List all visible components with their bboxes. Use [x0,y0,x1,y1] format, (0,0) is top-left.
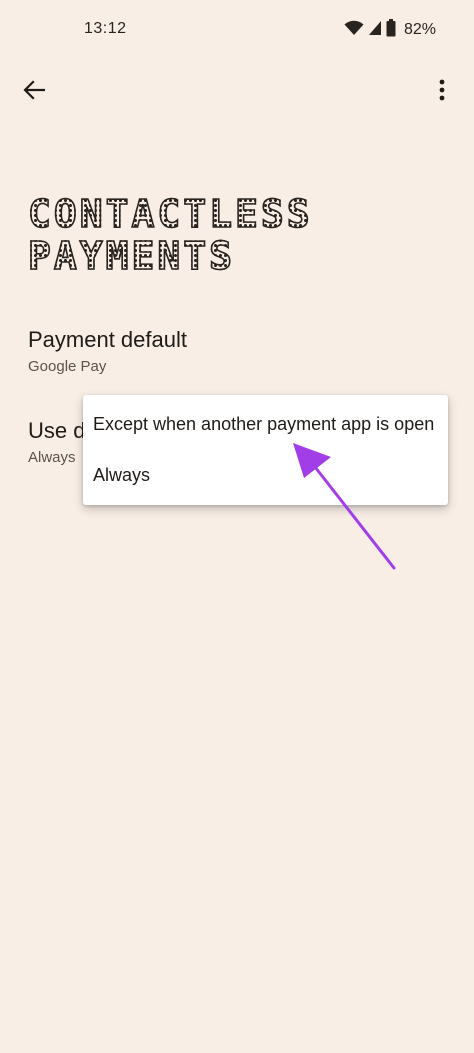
annotation-arrow [293,443,396,570]
top-app-bar [0,72,474,112]
back-button[interactable] [18,76,50,108]
page-title-line-2: PAYMENTS [27,234,236,278]
page-title-line-1: CONTACTLESS [27,192,313,236]
use-default-options-menu: Except when another payment app is open … [83,395,448,505]
back-arrow-icon [23,79,46,105]
status-time: 13:12 [84,20,127,37]
battery-icon [386,18,396,42]
page-title: CONTACTLESS PAYMENTS [27,192,448,278]
wifi-icon [344,20,364,41]
more-vert-icon [439,79,445,106]
menu-option-always[interactable]: Always [83,449,448,501]
payment-default-summary: Google Pay [28,358,107,375]
signal-icon [368,20,382,41]
status-bar: 13:12 82% [0,0,474,60]
more-options-button[interactable] [426,76,458,108]
payment-default-preference[interactable]: Payment default Google Pay [28,327,448,377]
menu-option-except-when-open[interactable]: Except when another payment app is open [83,398,448,450]
payment-default-title: Payment default [28,327,187,352]
status-icons: 82% [344,18,436,42]
battery-percent: 82% [403,21,436,38]
